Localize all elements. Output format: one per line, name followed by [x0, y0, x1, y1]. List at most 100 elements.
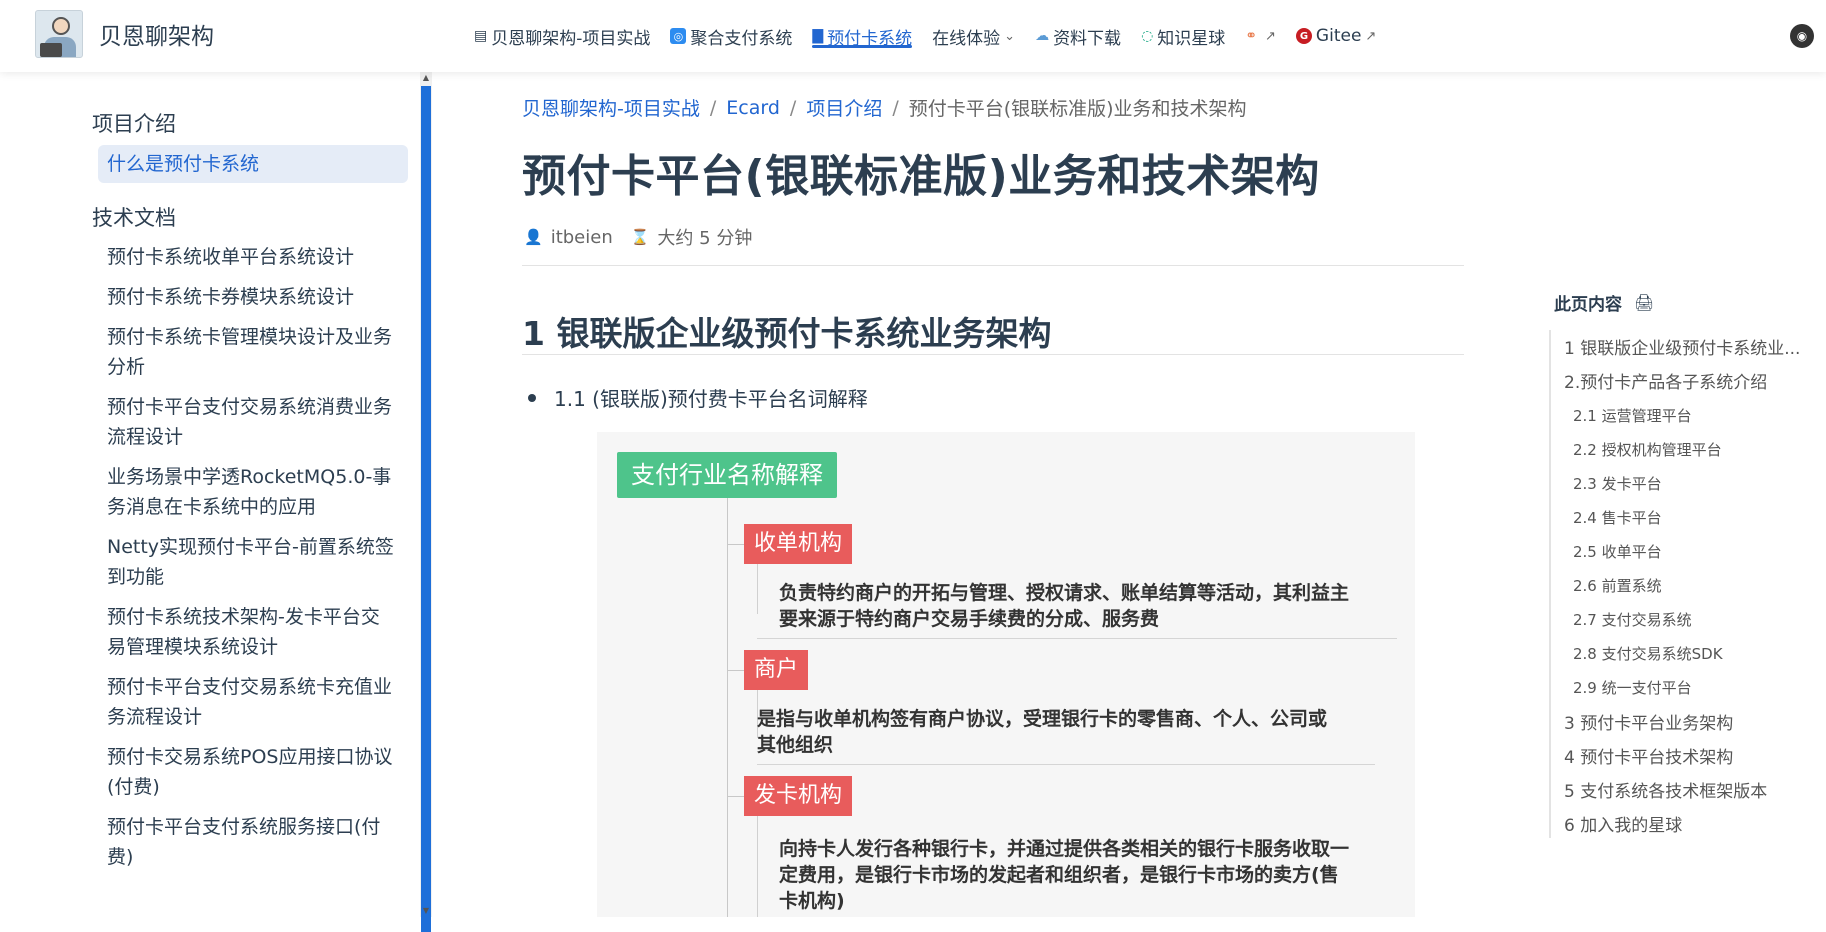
sidebar-group-title[interactable]: 技术文档	[92, 202, 176, 232]
breadcrumb-separator: /	[709, 96, 717, 119]
scroll-down-icon[interactable]: ▼	[420, 905, 432, 917]
toc-item[interactable]: 2.4 售卡平台	[1573, 507, 1662, 528]
toc-item[interactable]: 1 银联版企业级预付卡系统业...	[1564, 334, 1800, 359]
breadcrumb-separator: /	[789, 96, 797, 119]
mindmap-desc-line: 向持卡人发行各种银行卡，并通过提供各类相关的银行卡服务收取一	[779, 838, 1350, 860]
mindmap-node-desc: 向持卡人发行各种银行卡，并通过提供各类相关的银行卡服务收取一 定费用，是银行卡市…	[779, 836, 1349, 914]
mindmap-underline	[757, 638, 1397, 639]
bullet-dot	[528, 393, 536, 402]
nav-item-downloads[interactable]: ☁ 资料下载	[1035, 0, 1121, 72]
author-name[interactable]: itbeien	[551, 227, 613, 248]
list-item: 1.1 (银联版)预付费卡平台名词解释	[528, 383, 868, 412]
breadcrumb-current: 预付卡平台(银联标准版)业务和技术架构	[908, 98, 1247, 120]
toc-item[interactable]: 2.7 支付交易系统	[1573, 609, 1692, 630]
nav-item-external-link[interactable]: ⚭ ↗	[1245, 0, 1276, 72]
nav-item-label: 聚合支付系统	[690, 28, 793, 49]
mindmap-branch-line	[727, 670, 744, 671]
read-time: 大约 5 分钟	[657, 228, 753, 249]
mindmap-node: 商户	[744, 650, 809, 690]
print-icon[interactable]: 🖨	[1634, 293, 1654, 312]
toc-item[interactable]: 5 支付系统各技术框架版本	[1564, 777, 1767, 802]
toc-item[interactable]: 2.5 收单平台	[1573, 541, 1662, 562]
breadcrumb-link[interactable]: 项目介绍	[806, 94, 882, 121]
mindmap-stem-line	[757, 816, 758, 917]
nav-item-label: 贝恩聊架构-项目实战	[491, 28, 651, 49]
nav-item-gitee[interactable]: G Gitee ↗	[1295, 0, 1377, 72]
toc-item[interactable]: 2.2 授权机构管理平台	[1573, 439, 1722, 460]
sidebar-item[interactable]: 预付卡系统技术架构-发卡平台交易管理模块系统设计	[107, 602, 397, 662]
sidebar-item[interactable]: 预付卡系统卡管理模块设计及业务分析	[107, 322, 397, 382]
mindmap-trunk-line	[727, 498, 728, 917]
nav-item-label: 知识星球	[1157, 28, 1226, 49]
chevron-down-icon: ⌄	[1004, 28, 1016, 44]
circle-icon: ◌	[1141, 28, 1154, 44]
toc-item[interactable]: 2.预付卡产品各子系统介绍	[1564, 368, 1767, 393]
nav-item-prepaid-card[interactable]: ▇ 预付卡系统	[812, 0, 912, 72]
gitee-icon: G	[1295, 28, 1312, 44]
toc-item[interactable]: 2.6 前置系统	[1573, 575, 1662, 596]
breadcrumb-link[interactable]: 贝恩聊架构-项目实战	[522, 94, 700, 121]
toc-item[interactable]: 2.9 统一支付平台	[1573, 677, 1692, 698]
external-arrow-icon: ↗	[1265, 28, 1276, 44]
nav-item-label: 在线体验	[932, 28, 1001, 49]
sidebar-item-what-is-prepaid[interactable]: 什么是预付卡系统	[98, 145, 408, 183]
toc-item[interactable]: 2.1 运营管理平台	[1573, 405, 1692, 426]
nav-item-aggregate-payment[interactable]: ◎ 聚合支付系统	[670, 0, 792, 72]
sidebar-item[interactable]: 业务场景中学透RocketMQ5.0-事务消息在卡系统中的应用	[107, 462, 397, 522]
sidebar-item[interactable]: Netty实现预付卡平台-前置系统签到功能	[107, 532, 397, 592]
github-icon[interactable]: ◉	[1790, 24, 1814, 48]
cloud-icon: ☁	[1035, 28, 1050, 44]
mindmap-desc-line: 其他组织	[757, 734, 834, 756]
breadcrumb-link[interactable]: Ecard	[726, 97, 780, 119]
divider	[522, 354, 1464, 355]
site-logo	[35, 10, 83, 58]
toc-item[interactable]: 3 预付卡平台业务架构	[1564, 709, 1733, 734]
scrollbar-thumb[interactable]	[421, 86, 431, 932]
sidebar-item[interactable]: 预付卡系统卡券模块系统设计	[107, 282, 397, 312]
breadcrumb: 贝恩聊架构-项目实战 / Ecard / 项目介绍 / 预付卡平台(银联标准版)…	[522, 94, 1247, 121]
mindmap-stem-line	[757, 564, 758, 614]
sidebar-item[interactable]: 预付卡系统收单平台系统设计	[107, 242, 397, 272]
external-arrow-icon: ↗	[1365, 28, 1377, 44]
sidebar-item[interactable]: 预付卡平台支付交易系统卡充值业务流程设计	[107, 672, 397, 732]
mindmap-root-node: 支付行业名称解释	[617, 452, 837, 498]
mindmap-desc-line: 要来源于特约商户交易手续费的分成、服务费	[779, 608, 1160, 630]
mindmap-node: 发卡机构	[744, 776, 853, 816]
mindmap-figure: 支付行业名称解释 收单机构 负责特约商户的开拓与管理、授权请求、账单结算等活动，…	[597, 432, 1415, 917]
brand[interactable]: 贝恩聊架构	[35, 10, 214, 58]
toc-item[interactable]: 2.8 支付交易系统SDK	[1573, 643, 1723, 664]
sidebar-scrollbar[interactable]: ▲ ▼	[420, 72, 432, 932]
list-item-text: 1.1 (银联版)预付费卡平台名词解释	[554, 387, 868, 411]
scroll-up-icon[interactable]: ▲	[420, 72, 432, 84]
mindmap-node: 收单机构	[744, 524, 853, 564]
nav-item-project-practice[interactable]: ▤ 贝恩聊架构-项目实战	[474, 0, 650, 72]
mindmap-desc-line: 卡机构)	[779, 890, 845, 912]
article-meta: 👤 itbeien ⌛ 大约 5 分钟	[524, 224, 752, 250]
mindmap-desc-line: 是指与收单机构签有商户协议，受理银行卡的零售商、个人、公司或	[757, 708, 1328, 730]
payment-card-icon: ◎	[670, 28, 687, 44]
mindmap-node-desc: 是指与收单机构签有商户协议，受理银行卡的零售商、个人、公司或 其他组织	[757, 706, 1327, 758]
link-icon: ⚭	[1245, 28, 1258, 44]
hourglass-icon: ⌛	[630, 228, 650, 246]
nav-item-knowledge-planet[interactable]: ◌ 知识星球	[1141, 0, 1225, 72]
mindmap-branch-line	[727, 796, 744, 797]
toc-rail	[1549, 330, 1551, 838]
nav-item-label: Gitee	[1315, 26, 1362, 46]
section-heading: 1 银联版企业级预付卡系统业务架构	[522, 314, 1052, 353]
toc-item[interactable]: 2.3 发卡平台	[1573, 473, 1662, 494]
sidebar-item[interactable]: 预付卡平台支付交易系统消费业务流程设计	[107, 392, 397, 452]
user-icon: 👤	[524, 228, 543, 246]
nav-item-label: 预付卡系统	[827, 28, 913, 49]
toc-title-text: 此页内容	[1554, 295, 1622, 315]
mindmap-node-desc: 负责特约商户的开拓与管理、授权请求、账单结算等活动，其利益主 要来源于特约商户交…	[779, 580, 1349, 632]
sidebar-item[interactable]: 预付卡平台支付系统服务接口(付费)	[107, 812, 397, 872]
toc-item[interactable]: 6 加入我的星球	[1564, 811, 1682, 836]
toc-item[interactable]: 4 预付卡平台技术架构	[1564, 743, 1733, 768]
page-title: 预付卡平台(银联标准版)业务和技术架构	[522, 151, 1320, 202]
document-icon: ▤	[474, 28, 488, 44]
sidebar-group-title[interactable]: 项目介绍	[92, 108, 176, 138]
breadcrumb-separator: /	[892, 96, 899, 119]
sidebar-item[interactable]: 预付卡交易系统POS应用接口协议(付费)	[107, 742, 397, 802]
toc-title: 此页内容 🖨	[1554, 290, 1654, 315]
nav-item-online-demo[interactable]: 在线体验 ⌄	[932, 0, 1015, 72]
